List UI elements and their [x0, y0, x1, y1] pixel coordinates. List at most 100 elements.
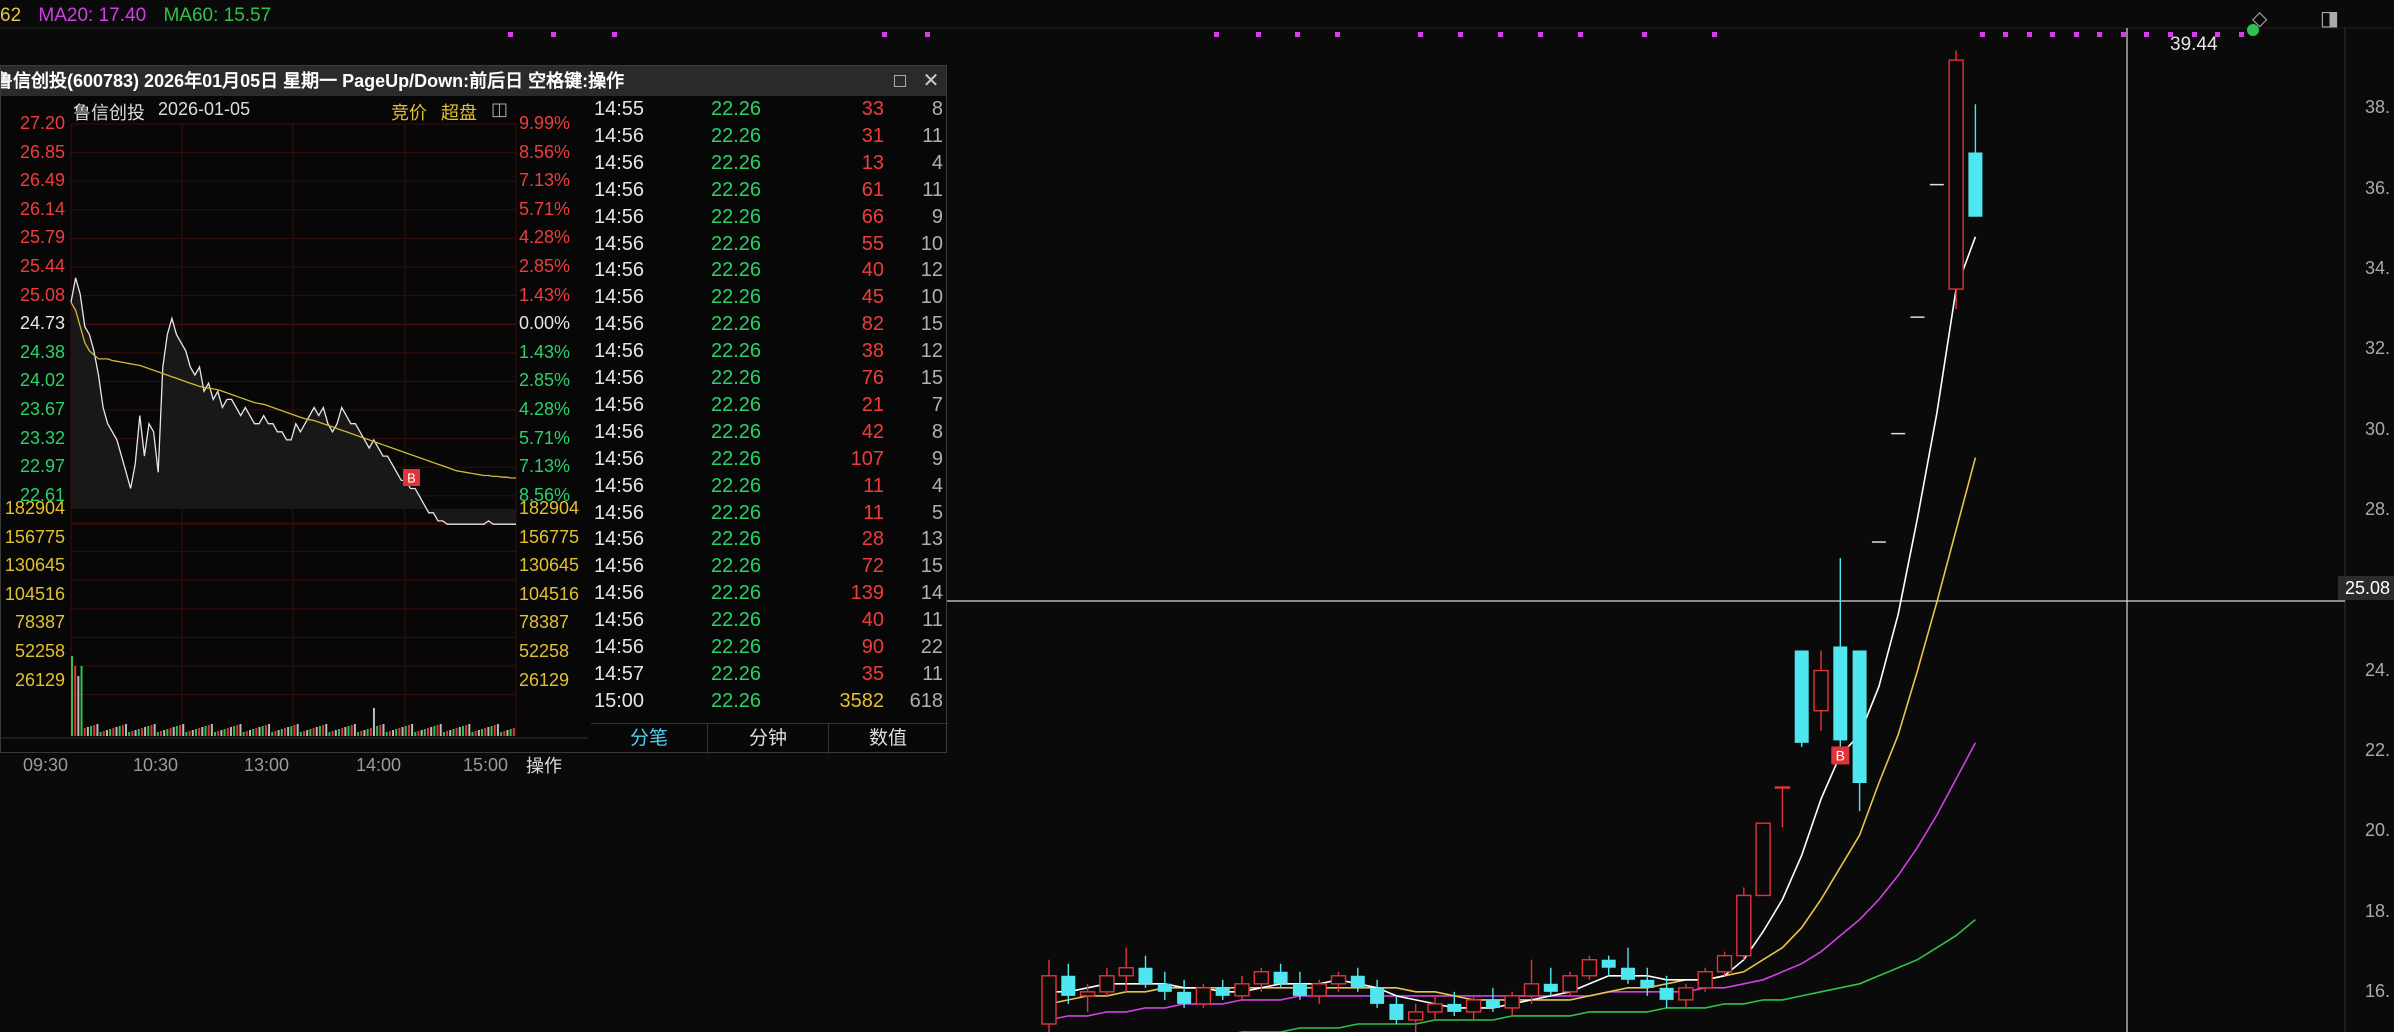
volume-bar	[147, 726, 150, 736]
candle[interactable]	[1215, 979, 1230, 1000]
candle[interactable]	[1621, 947, 1635, 984]
volume-bar	[318, 726, 321, 736]
tick-time: 14:56	[594, 528, 645, 551]
volume-bar	[455, 728, 458, 736]
volume-bar	[474, 731, 477, 736]
tick-row[interactable]: 14:56 22.26 42 8	[591, 419, 946, 446]
candle[interactable]	[1177, 979, 1192, 1008]
tick-count: 10	[920, 232, 943, 255]
tick-row[interactable]: 14:56 22.26 31 11	[591, 123, 946, 150]
candle[interactable]	[1833, 558, 1848, 751]
candle[interactable]	[1755, 822, 1771, 897]
panel-toggle-icon[interactable]: ◨	[2320, 6, 2339, 31]
tab-values[interactable]: 数值	[829, 724, 947, 754]
price-label: 23.67	[19, 399, 65, 419]
tick-row[interactable]: 14:56 22.26 45 10	[591, 284, 946, 311]
price-label: 26.85	[19, 141, 65, 162]
tick-row[interactable]: 14:56 22.26 139 14	[591, 580, 946, 607]
candle[interactable]	[1118, 947, 1134, 992]
tab-ticks[interactable]: 分笔	[591, 724, 708, 754]
candle[interactable]	[1407, 1003, 1424, 1032]
volume-bar	[198, 728, 201, 736]
candle[interactable]	[1157, 971, 1172, 1000]
candle[interactable]	[1774, 786, 1791, 828]
tab-minute[interactable]: 分钟	[708, 724, 829, 754]
tick-row[interactable]: 14:56 22.26 11 5	[591, 500, 946, 527]
candle[interactable]	[1813, 650, 1829, 731]
candle[interactable]	[1370, 979, 1385, 1008]
tick-row[interactable]: 14:56 22.26 76 15	[591, 365, 946, 392]
candle[interactable]	[1427, 995, 1443, 1020]
tick-tabs[interactable]: 分笔 分钟 数值	[591, 723, 948, 754]
operate-button[interactable]: 操作	[519, 753, 569, 779]
tick-row[interactable]: 14:55 22.26 33 8	[591, 96, 946, 123]
candle[interactable]	[1330, 971, 1347, 992]
tick-row[interactable]: 15:00 22.26 3582 618	[591, 688, 946, 715]
candle[interactable]	[1697, 967, 1713, 992]
tick-row[interactable]: 14:57 22.26 35 11	[591, 661, 946, 688]
volume-bar	[194, 729, 197, 736]
tick-row[interactable]: 14:56 22.26 11 4	[591, 473, 946, 500]
intraday-plot[interactable]: B	[1, 96, 588, 754]
tick-count: 12	[920, 259, 943, 282]
candle[interactable]	[1601, 955, 1616, 976]
percent-label: 2.85%	[519, 256, 571, 276]
candle[interactable]	[1736, 887, 1752, 960]
close-icon[interactable]: ✕	[919, 69, 943, 93]
candle[interactable]	[1678, 983, 1694, 1008]
tick-row[interactable]: 14:56 22.26 61 11	[591, 177, 946, 204]
time-axis-label: 10:30	[133, 755, 179, 775]
diamond-icon[interactable]: ◇	[2252, 6, 2267, 31]
tick-row[interactable]: 14:56 22.26 72 15	[591, 553, 946, 580]
volume-bar	[172, 727, 175, 736]
candle[interactable]	[1099, 967, 1115, 996]
candle[interactable]	[1523, 959, 1540, 1004]
candle[interactable]	[1562, 971, 1578, 996]
candle[interactable]	[1581, 955, 1598, 980]
tick-price: 22.26	[711, 447, 762, 470]
maximize-icon[interactable]: □	[888, 69, 912, 93]
candle[interactable]	[1234, 975, 1250, 1000]
tick-row[interactable]: 14:56 22.26 82 15	[591, 311, 946, 338]
volume-bar	[140, 728, 143, 736]
tick-time: 14:56	[594, 232, 645, 255]
candle[interactable]	[1311, 979, 1327, 1004]
signal-dot-18	[2027, 32, 2032, 37]
tick-row[interactable]: 14:56 22.26 40 12	[591, 257, 946, 284]
volume-bar	[271, 732, 274, 736]
volume-bar	[465, 725, 468, 736]
price-label: 24.38	[19, 341, 65, 362]
candle[interactable]	[1968, 104, 1983, 217]
candle[interactable]	[1292, 971, 1307, 1000]
window-title-bar[interactable]: 鲁信创投(600783) 2026年01月05日 星期一 PageUp/Down…	[1, 66, 946, 96]
candle[interactable]	[1195, 983, 1212, 1008]
tick-row[interactable]: 14:56 22.26 90 22	[591, 634, 946, 661]
candle[interactable]	[1794, 650, 1809, 747]
volume-bar	[331, 731, 334, 736]
candle[interactable]	[1389, 995, 1404, 1024]
tick-row[interactable]: 14:56 22.26 38 12	[591, 338, 946, 365]
tick-row[interactable]: 14:56 22.26 21 7	[591, 392, 946, 419]
volume-bar	[430, 727, 433, 736]
candle[interactable]	[1465, 995, 1482, 1020]
candle[interactable]	[1138, 955, 1153, 988]
candle[interactable]	[1543, 967, 1558, 996]
volume-bar	[105, 730, 108, 736]
candle[interactable]	[1504, 991, 1520, 1016]
tick-detail-window[interactable]: 鲁信创投(600783) 2026年01月05日 星期一 PageUp/Down…	[0, 65, 948, 776]
tick-row[interactable]: 14:56 22.26 13 4	[591, 150, 946, 177]
tick-row[interactable]: 14:56 22.26 107 9	[591, 446, 946, 473]
candle[interactable]	[1041, 959, 1057, 1032]
volume-bar	[496, 724, 499, 736]
candle[interactable]	[1061, 963, 1076, 1004]
tick-row[interactable]: 14:56 22.26 55 10	[591, 231, 946, 258]
candle[interactable]	[1852, 650, 1867, 812]
tick-row[interactable]: 14:56 22.26 40 11	[591, 607, 946, 634]
candle[interactable]	[1948, 50, 1964, 310]
percent-label: 0.00%	[519, 313, 571, 334]
intraday-chart-panel[interactable]: 鲁信创投 2026-01-05 竞价 超盘 ◫ B 27.20 26.85 26.4…	[1, 96, 588, 776]
candle[interactable]	[1716, 951, 1733, 976]
tick-row[interactable]: 14:56 22.26 28 13	[591, 526, 946, 553]
tick-list[interactable]: 14:55 22.26 33 8 14:56 22.26 31 11 14:56 22.26 13 4…	[591, 96, 946, 723]
tick-row[interactable]: 14:56 22.26 66 9	[591, 204, 946, 231]
